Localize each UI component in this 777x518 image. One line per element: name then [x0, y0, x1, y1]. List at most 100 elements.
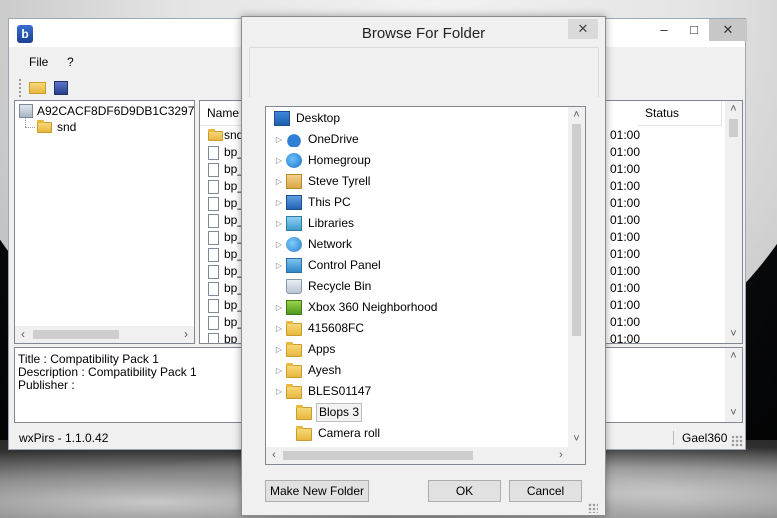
file-icon — [208, 316, 219, 330]
folder-tree-item[interactable]: Camera roll — [266, 423, 566, 444]
ok-button[interactable]: OK — [428, 480, 501, 502]
tree-horizontal-scrollbar[interactable]: ‹ › — [15, 326, 194, 343]
scroll-thumb[interactable] — [33, 330, 119, 339]
folder-tree-item-label: Control Panel — [308, 258, 381, 272]
folder-tree-horizontal-scrollbar[interactable]: ‹ › — [266, 447, 570, 464]
open-button[interactable] — [27, 78, 49, 98]
folder-tree-vertical-scrollbar[interactable]: ˄ ˅ — [568, 107, 585, 448]
package-tree[interactable]: A92CACF8DF6D9DB1C3297003 snd ‹ › — [14, 100, 195, 344]
folder-tree-item[interactable]: ▷ Ayesh — [266, 360, 566, 381]
minimize-button[interactable]: – — [649, 19, 679, 41]
folder-tree-item[interactable]: ▷ Libraries — [266, 213, 566, 234]
scroll-up-icon[interactable]: ˄ — [568, 107, 585, 124]
expand-arrow-icon[interactable]: ▷ — [274, 360, 284, 381]
folder-icon — [286, 342, 302, 357]
folder-tree-item[interactable]: ▷ Control Panel — [266, 255, 566, 276]
expand-arrow-icon[interactable]: ▷ — [274, 318, 284, 339]
status-author: Gael360 — [673, 431, 727, 445]
info-publisher: Publisher : — [18, 378, 75, 392]
column-header-status[interactable]: Status — [638, 101, 722, 126]
maximize-button[interactable]: □ — [679, 19, 709, 41]
folder-tree-item[interactable]: ▷ This PC — [266, 192, 566, 213]
folder-tree-item[interactable]: ▷ Homegroup — [266, 150, 566, 171]
folder-tree-item-label: Libraries — [308, 216, 355, 230]
folder-tree-item-label: Homegroup — [308, 153, 371, 167]
file-time: 01:00 — [610, 264, 641, 278]
file-time: 01:00 — [610, 145, 641, 159]
close-button[interactable]: ✕ — [709, 19, 747, 41]
menu-help[interactable]: ? — [67, 55, 74, 69]
package-icon — [19, 104, 33, 118]
file-time: 01:00 — [610, 281, 641, 295]
info-vertical-scrollbar[interactable]: ˄ ˅ — [725, 348, 742, 422]
file-icon — [208, 197, 219, 211]
desktop-icon — [274, 111, 290, 126]
scroll-left-icon[interactable]: ‹ — [15, 326, 31, 343]
recycle-bin-icon — [286, 279, 302, 294]
folder-tree-item[interactable]: ▷ Apps — [266, 339, 566, 360]
folder-tree-item[interactable]: Blops 3 — [266, 402, 566, 423]
folder-tree-item[interactable]: ▷ Xbox 360 Neighborhood — [266, 297, 566, 318]
scroll-up-icon[interactable]: ˄ — [725, 101, 742, 118]
expand-arrow-icon[interactable]: ▷ — [274, 381, 284, 402]
file-time: 01:00 — [610, 128, 641, 142]
scroll-right-icon[interactable]: › — [553, 447, 569, 464]
folder-tree-item[interactable]: ▷ Steve Tyrell — [266, 171, 566, 192]
extract-button[interactable] — [51, 78, 73, 98]
menu-file[interactable]: File — [29, 55, 48, 69]
control-panel-icon — [286, 258, 302, 273]
make-new-folder-button[interactable]: Make New Folder — [265, 480, 369, 502]
scroll-left-icon[interactable]: ‹ — [266, 447, 282, 464]
scroll-right-icon[interactable]: › — [178, 326, 194, 343]
folder-tree-item[interactable]: ▷ OneDrive — [266, 129, 566, 150]
file-icon — [208, 180, 219, 194]
folder-tree-item-label: Steve Tyrell — [308, 174, 371, 188]
folder-tree-item[interactable]: Recycle Bin — [266, 276, 566, 297]
dialog-close-button[interactable]: ✕ — [568, 19, 598, 39]
file-time: 01:00 — [610, 332, 641, 344]
tree-child-label: snd — [57, 120, 77, 134]
cancel-button[interactable]: Cancel — [509, 480, 582, 502]
expand-arrow-icon[interactable]: ▷ — [274, 192, 284, 213]
folder-tree-item-label: Camera roll — [318, 426, 381, 440]
app-icon[interactable]: b — [17, 25, 33, 43]
tree-line — [25, 118, 26, 127]
scroll-thumb[interactable] — [283, 451, 473, 460]
expand-arrow-icon[interactable]: ▷ — [274, 255, 284, 276]
expand-arrow-icon[interactable]: ▷ — [274, 339, 284, 360]
resize-grip[interactable] — [731, 435, 743, 447]
tree-line — [25, 127, 35, 128]
list-vertical-scrollbar[interactable]: ˄ ˅ — [725, 101, 742, 343]
folder-tree-item-label: OneDrive — [308, 132, 359, 146]
resize-grip[interactable] — [588, 503, 598, 513]
status-version: wxPirs - 1.1.0.42 — [19, 431, 109, 445]
scroll-thumb[interactable] — [729, 119, 738, 137]
file-icon — [208, 248, 219, 262]
scroll-down-icon[interactable]: ˅ — [725, 326, 742, 343]
scroll-down-icon[interactable]: ˅ — [725, 405, 742, 422]
file-time: 01:00 — [610, 230, 641, 244]
folder-tree-item[interactable]: ▷ BLES01147 — [266, 381, 566, 402]
file-time: 01:00 — [610, 179, 641, 193]
this-pc-icon — [286, 195, 302, 210]
folder-tree-item-label: 415608FC — [308, 321, 365, 335]
folder-tree[interactable]: Desktop ▷ OneDrive ▷ Homegroup ▷ Steve Tyrell ▷… — [265, 106, 586, 465]
expand-arrow-icon[interactable]: ▷ — [274, 150, 284, 171]
browse-for-folder-dialog: Browse For Folder ✕ Desktop ▷ OneDrive ▷ Hom… — [241, 16, 606, 516]
expand-arrow-icon[interactable]: ▷ — [274, 171, 284, 192]
expand-arrow-icon[interactable]: ▷ — [274, 213, 284, 234]
folder-tree-item[interactable]: ▷ 415608FC — [266, 318, 566, 339]
folder-tree-item-label: Recycle Bin — [308, 279, 372, 293]
scroll-down-icon[interactable]: ˅ — [568, 431, 585, 448]
toolbar-grip[interactable] — [19, 79, 21, 97]
expand-arrow-icon[interactable]: ▷ — [274, 129, 284, 150]
scroll-thumb[interactable] — [572, 124, 581, 336]
scroll-up-icon[interactable]: ˄ — [725, 348, 742, 365]
info-description: Description : Compatibility Pack 1 — [18, 365, 197, 379]
expand-arrow-icon[interactable]: ▷ — [274, 297, 284, 318]
folder-tree-item[interactable]: ▷ Network — [266, 234, 566, 255]
folder-tree-item[interactable]: Desktop — [266, 108, 566, 129]
folder-tree-item-label: Apps — [308, 342, 336, 356]
expand-arrow-icon[interactable]: ▷ — [274, 234, 284, 255]
file-time: 01:00 — [610, 315, 641, 329]
